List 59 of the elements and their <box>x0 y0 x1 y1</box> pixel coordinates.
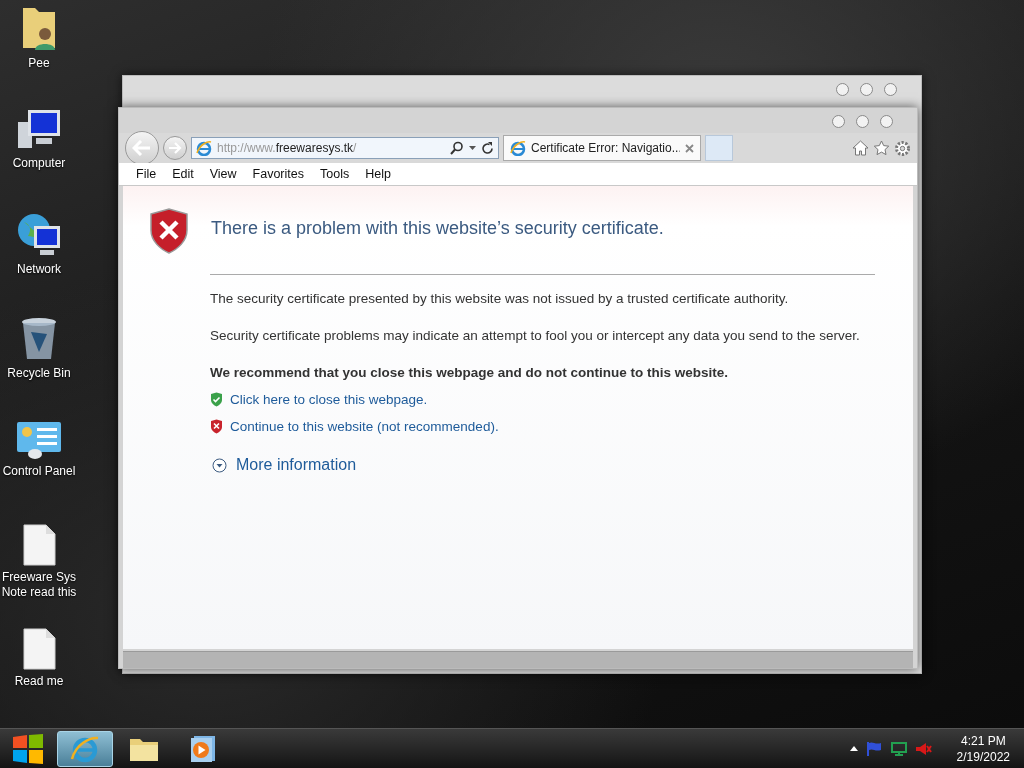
clock-time[interactable]: 4:21 PM <box>960 732 1006 749</box>
page-link[interactable]: Click here to close this webpage. <box>230 392 428 407</box>
caret-icon[interactable] <box>469 146 476 150</box>
paragraph: The security certificate presented by this website was not issued by a trusted certificate authority. <box>210 290 790 308</box>
home-icon[interactable] <box>852 140 869 156</box>
forward-button[interactable] <box>163 136 187 160</box>
check-shield-icon <box>210 392 223 407</box>
desktop-icon-label[interactable]: Network <box>0 262 81 277</box>
recommendation-text: We recommend that you close this webpage and do not continue to this website. <box>210 364 730 382</box>
arrow-right-icon <box>168 142 182 154</box>
menu-item[interactable]: Help <box>357 167 399 181</box>
close-icon[interactable] <box>685 143 694 153</box>
menu-item[interactable]: Edit <box>164 167 202 181</box>
expand-icon[interactable] <box>212 457 227 473</box>
window-control-icon[interactable] <box>880 115 893 128</box>
window-control-icon[interactable] <box>884 83 897 96</box>
desktop-icon-label[interactable]: Pee <box>0 56 81 71</box>
star-icon[interactable] <box>873 140 890 156</box>
desktop-icon-label[interactable]: Computer <box>0 156 81 171</box>
control-panel-icon <box>15 420 63 460</box>
desktop-icon-label[interactable]: Freeware Sys Note read this <box>0 570 81 600</box>
window-control-icon[interactable] <box>860 83 873 96</box>
clock-date[interactable]: 2/19/2022 <box>956 748 1010 765</box>
browser-taskbar-button[interactable] <box>57 730 113 767</box>
window-control-icon[interactable] <box>832 115 845 128</box>
address-bar[interactable]: http://www.freewaresys.tk/ <box>191 137 499 159</box>
back-button[interactable] <box>125 131 159 165</box>
window-control-icon[interactable] <box>856 115 869 128</box>
window-control-icon[interactable] <box>836 83 849 96</box>
desktop-icon-label[interactable]: Control Panel <box>0 464 81 479</box>
browser-tab[interactable]: Certificate Error: Navigatio... <box>503 135 701 161</box>
speaker-icon[interactable] <box>915 742 932 755</box>
recycle-bin-icon <box>19 316 59 362</box>
more-information-link[interactable]: More information <box>236 456 357 474</box>
document-icon <box>22 524 56 566</box>
page-link[interactable]: Continue to this website (not recommended). <box>230 419 499 434</box>
flag-icon[interactable] <box>866 741 882 756</box>
browser-icon <box>196 140 212 156</box>
browser-icon <box>510 140 526 156</box>
caret-icon[interactable] <box>849 746 858 751</box>
desktop-icon-label[interactable]: Recycle Bin <box>0 366 81 381</box>
arrow-left-icon <box>132 140 152 156</box>
desktop-icon-label[interactable]: Read me <box>0 674 81 689</box>
settings-icon[interactable] <box>894 139 911 157</box>
menu-item[interactable]: View <box>201 167 245 181</box>
paragraph: Security certificate problems may indicate an attempt to fool you or intercept any data you send to the server. <box>210 327 861 345</box>
network-icon <box>16 212 62 258</box>
x-shield-icon <box>210 419 223 434</box>
refresh-icon[interactable] <box>481 141 494 155</box>
search-icon[interactable] <box>450 141 464 155</box>
menu-item[interactable]: File <box>128 167 165 181</box>
menu-item[interactable]: Favorites <box>244 167 312 181</box>
monitor-icon[interactable] <box>890 741 907 756</box>
x-shield-icon <box>149 208 189 254</box>
media-player-icon <box>190 734 216 763</box>
error-heading: There is a problem with this website’s security certificate. <box>211 218 664 239</box>
windows-logo-icon <box>12 733 44 764</box>
menu-item[interactable]: Tools <box>312 167 358 181</box>
document-icon <box>22 628 56 670</box>
